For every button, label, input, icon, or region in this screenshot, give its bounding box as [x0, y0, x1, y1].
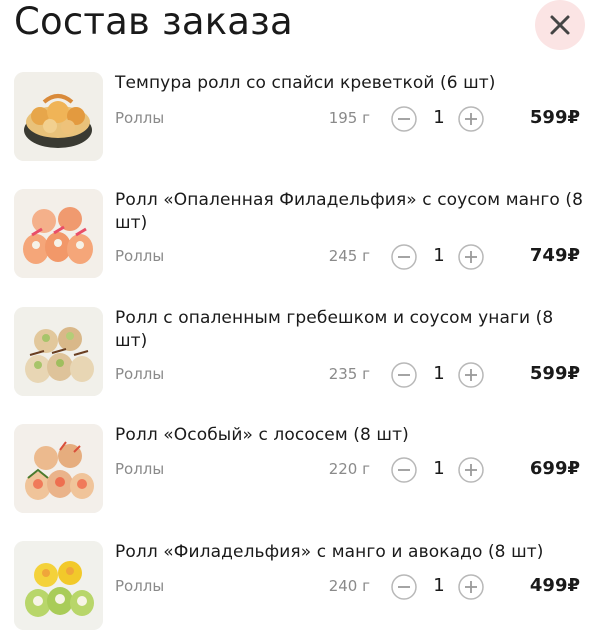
item-name: Ролл с опаленным гребешком и соусом унаг…	[115, 308, 554, 351]
item-price: 599₽	[529, 363, 580, 384]
item-category: Роллы	[115, 109, 165, 127]
item-quantity: 1	[433, 363, 445, 384]
item-name: Ролл «Филадельфия» с манго и авокадо (8 …	[115, 542, 544, 562]
plus-icon	[458, 362, 484, 388]
item-weight: 245 г	[328, 247, 370, 265]
increase-button[interactable]	[458, 106, 484, 132]
product-image[interactable]	[14, 541, 103, 630]
increase-button[interactable]	[458, 362, 484, 388]
close-icon	[550, 15, 570, 35]
product-image[interactable]	[14, 189, 103, 278]
product-image[interactable]	[14, 72, 103, 161]
item-category: Роллы	[115, 247, 165, 265]
increase-button[interactable]	[458, 574, 484, 600]
plus-icon	[458, 106, 484, 132]
item-price: 499₽	[529, 575, 580, 596]
minus-icon	[391, 457, 417, 483]
item-weight: 240 г	[328, 577, 370, 595]
item-weight: 195 г	[328, 109, 370, 127]
item-weight: 235 г	[328, 365, 370, 383]
increase-button[interactable]	[458, 457, 484, 483]
minus-icon	[391, 106, 417, 132]
item-quantity: 1	[433, 245, 445, 266]
plus-icon	[458, 244, 484, 270]
item-name: Ролл «Опаленная Филадельфия» с соусом ма…	[115, 190, 584, 233]
decrease-button[interactable]	[391, 457, 417, 483]
decrease-button[interactable]	[391, 106, 417, 132]
item-name: Ролл «Особый» с лососем (8 шт)	[115, 425, 409, 445]
increase-button[interactable]	[458, 244, 484, 270]
close-button[interactable]	[535, 0, 585, 50]
item-quantity: 1	[433, 107, 445, 128]
decrease-button[interactable]	[391, 362, 417, 388]
minus-icon	[391, 574, 417, 600]
decrease-button[interactable]	[391, 574, 417, 600]
item-price: 599₽	[529, 107, 580, 128]
decrease-button[interactable]	[391, 244, 417, 270]
item-category: Роллы	[115, 365, 165, 383]
item-category: Роллы	[115, 577, 165, 595]
item-price: 699₽	[529, 458, 580, 479]
item-name: Темпура ролл со спайси креветкой (6 шт)	[115, 73, 496, 93]
minus-icon	[391, 362, 417, 388]
plus-icon	[458, 574, 484, 600]
minus-icon	[391, 244, 417, 270]
item-category: Роллы	[115, 460, 165, 478]
item-price: 749₽	[529, 245, 580, 266]
plus-icon	[458, 457, 484, 483]
item-weight: 220 г	[328, 460, 370, 478]
product-image[interactable]	[14, 307, 103, 396]
item-quantity: 1	[433, 575, 445, 596]
product-image[interactable]	[14, 424, 103, 513]
page-title: Состав заказа	[14, 0, 293, 43]
item-quantity: 1	[433, 458, 445, 479]
